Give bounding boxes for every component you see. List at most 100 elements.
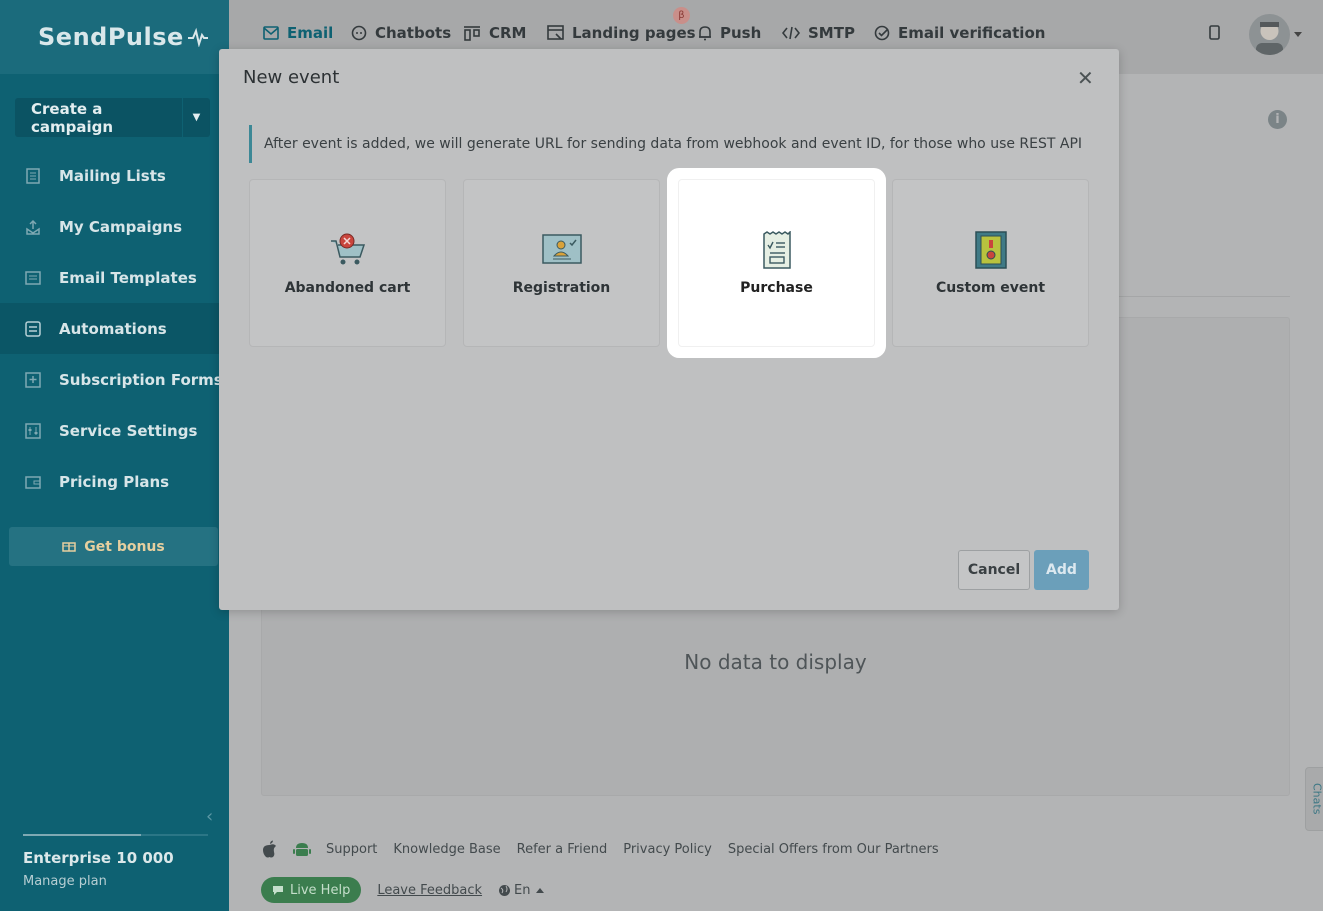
campaigns-icon: [24, 218, 42, 236]
no-data-message: No data to display: [684, 650, 867, 674]
custom-event-icon: [974, 231, 1007, 269]
settings-icon: [24, 422, 42, 440]
create-campaign-button[interactable]: Create a campaign ▼: [15, 98, 210, 137]
logo[interactable]: SendPulse: [38, 23, 209, 51]
info-icon[interactable]: i: [1268, 110, 1287, 129]
footer-links: Support Knowledge Base Refer a Friend Pr…: [261, 840, 955, 858]
tab-chatbots[interactable]: Chatbots: [351, 24, 451, 42]
forms-icon: [24, 371, 42, 389]
sidebar-item-mailing-lists[interactable]: Mailing Lists: [0, 150, 229, 201]
sidebar-item-label: Mailing Lists: [59, 166, 166, 185]
sidebar-item-label: Automations: [59, 319, 167, 338]
avatar[interactable]: [1249, 14, 1290, 55]
landing-icon: [547, 25, 564, 41]
sidebar-item-label: Pricing Plans: [59, 472, 170, 491]
beta-badge: β: [673, 7, 690, 24]
apple-icon[interactable]: [261, 840, 278, 858]
event-card-label: Abandoned cart: [284, 280, 411, 296]
sidebar-item-label: Email Templates: [59, 268, 197, 287]
android-icon[interactable]: [293, 840, 311, 858]
tab-push[interactable]: Push: [698, 24, 761, 42]
account-menu-chevron-icon[interactable]: [1294, 32, 1302, 37]
sidebar-item-pricing-plans[interactable]: Pricing Plans: [0, 456, 229, 507]
tab-email-verification[interactable]: Email verification: [874, 24, 1045, 42]
plan-usage-bar: [23, 834, 208, 836]
sidebar-item-automations[interactable]: Automations: [0, 303, 229, 354]
code-icon: [782, 26, 800, 40]
wallet-icon: [24, 473, 42, 491]
event-card-label: Purchase: [740, 280, 813, 296]
chat-icon: [351, 25, 367, 41]
sidebar-nav: Mailing Lists My Campaigns Email Templat…: [0, 150, 229, 507]
tab-label: Chatbots: [375, 24, 452, 42]
mail-icon: [263, 26, 279, 40]
live-help-button[interactable]: Live Help: [261, 877, 362, 903]
event-card-custom-event[interactable]: Custom event: [892, 179, 1089, 347]
live-help-label: Live Help: [290, 882, 351, 898]
close-icon[interactable]: ✕: [1077, 68, 1094, 88]
verify-icon: [874, 25, 890, 41]
plan-name: Enterprise 10 000: [23, 849, 174, 867]
tab-label: CRM: [489, 24, 527, 42]
tab-email[interactable]: Email: [263, 24, 333, 42]
tab-landing-pages[interactable]: Landing pages: [547, 24, 696, 42]
footer-link-special-offers[interactable]: Special Offers from Our Partners: [728, 842, 939, 857]
modal-notice: After event is added, we will generate U…: [249, 125, 1089, 163]
templates-icon: [24, 269, 42, 287]
footer-link-support[interactable]: Support: [326, 842, 377, 857]
sidebar-item-label: Service Settings: [59, 421, 198, 440]
receipt-icon: [762, 231, 792, 269]
get-bonus-label: Get bonus: [84, 538, 165, 555]
event-card-registration[interactable]: Registration: [463, 179, 660, 347]
modal-title: New event: [243, 67, 340, 88]
add-button[interactable]: Add: [1034, 550, 1089, 590]
cart-icon: [329, 232, 367, 268]
list-icon: [24, 167, 42, 185]
sidebar-item-service-settings[interactable]: Service Settings: [0, 405, 229, 456]
sidebar-item-my-campaigns[interactable]: My Campaigns: [0, 201, 229, 252]
chats-tab[interactable]: Chats: [1305, 767, 1323, 831]
crm-icon: [463, 25, 481, 41]
footer-actions: Live Help Leave Feedback En: [261, 877, 544, 903]
event-card-purchase[interactable]: Purchase: [678, 179, 875, 347]
footer-link-refer-a-friend[interactable]: Refer a Friend: [517, 842, 608, 857]
logo-text: SendPulse: [38, 23, 184, 51]
manage-plan-link[interactable]: Manage plan: [23, 874, 107, 889]
registration-icon: [541, 232, 582, 268]
tab-crm[interactable]: CRM: [463, 24, 527, 42]
sidebar-item-email-templates[interactable]: Email Templates: [0, 252, 229, 303]
language-label: En: [514, 882, 531, 898]
caret-up-icon: [535, 887, 544, 893]
tab-label: Landing pages: [572, 24, 696, 42]
globe-icon: [498, 884, 511, 897]
leave-feedback-link[interactable]: Leave Feedback: [377, 883, 482, 898]
tab-label: Email: [287, 24, 334, 42]
automations-icon: [24, 320, 42, 338]
create-campaign-dropdown[interactable]: ▼: [182, 98, 210, 137]
event-card-label: Registration: [512, 280, 611, 296]
tab-smtp[interactable]: SMTP: [782, 24, 855, 42]
footer-link-knowledge-base[interactable]: Knowledge Base: [393, 842, 500, 857]
new-event-modal: New event ✕ After event is added, we wil…: [219, 49, 1119, 610]
gift-icon: [62, 538, 77, 556]
sidebar-item-subscription-forms[interactable]: Subscription Forms: [0, 354, 229, 405]
collapse-sidebar-icon[interactable]: ‹: [206, 806, 213, 827]
chat-bubble-icon: [272, 885, 284, 896]
get-bonus-button[interactable]: Get bonus: [9, 527, 218, 566]
footer-link-privacy-policy[interactable]: Privacy Policy: [623, 842, 712, 857]
create-campaign-label: Create a campaign: [31, 99, 114, 136]
event-card-abandoned-cart[interactable]: Abandoned cart: [249, 179, 446, 347]
cancel-button[interactable]: Cancel: [958, 550, 1030, 590]
tab-label: Email verification: [898, 24, 1046, 42]
tab-label: Push: [720, 24, 762, 42]
logo-bar: SendPulse: [0, 0, 229, 74]
sidebar: SendPulse Create a campaign ▼ Mailing Li…: [0, 0, 229, 911]
event-card-label: Custom event: [935, 280, 1046, 296]
sidebar-item-label: My Campaigns: [59, 217, 183, 236]
mobile-app-icon[interactable]: [1209, 25, 1221, 45]
sidebar-item-label: Subscription Forms: [59, 370, 223, 389]
pulse-icon: [187, 27, 208, 47]
bell-icon: [698, 25, 712, 41]
language-selector[interactable]: En: [498, 882, 544, 898]
tab-label: SMTP: [808, 24, 855, 42]
